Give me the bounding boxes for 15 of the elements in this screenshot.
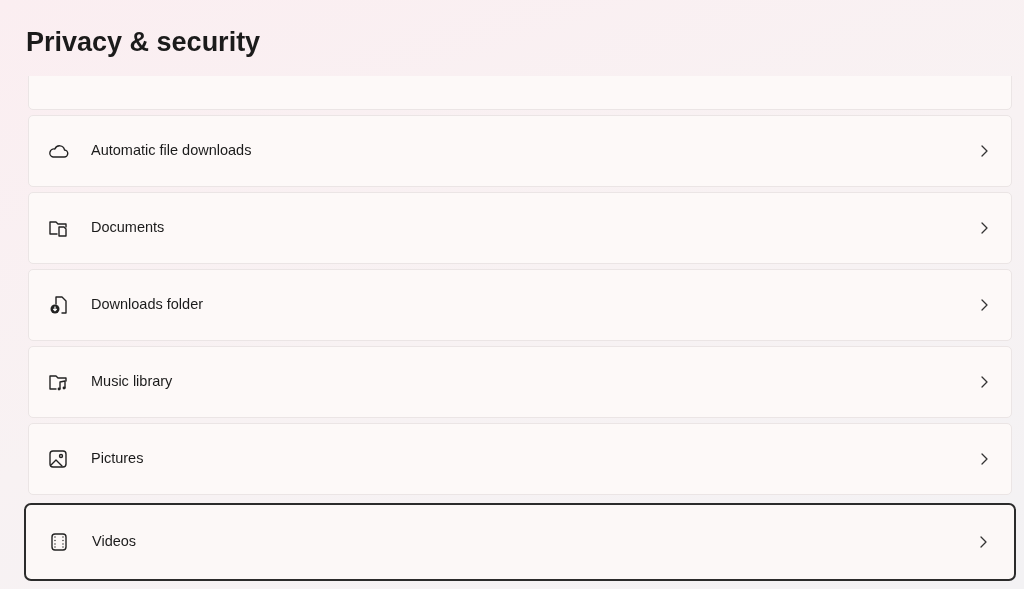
chevron-right-icon (979, 221, 989, 235)
chevron-right-icon (979, 375, 989, 389)
settings-item[interactable]: Videos (24, 503, 1016, 581)
settings-item[interactable]: Downloads folder (28, 269, 1012, 341)
page-title: Privacy & security (26, 26, 262, 59)
picture-icon (47, 448, 69, 470)
chevron-right-icon (979, 144, 989, 158)
settings-item[interactable]: Documents (28, 192, 1012, 264)
chevron-right-icon (978, 535, 988, 549)
settings-item[interactable]: Music library (28, 346, 1012, 418)
film-icon (48, 531, 70, 553)
chevron-right-icon (979, 452, 989, 466)
chevron-right-icon (979, 298, 989, 312)
settings-item[interactable]: Pictures (28, 423, 1012, 495)
settings-item[interactable]: Automatic file downloads (28, 115, 1012, 187)
